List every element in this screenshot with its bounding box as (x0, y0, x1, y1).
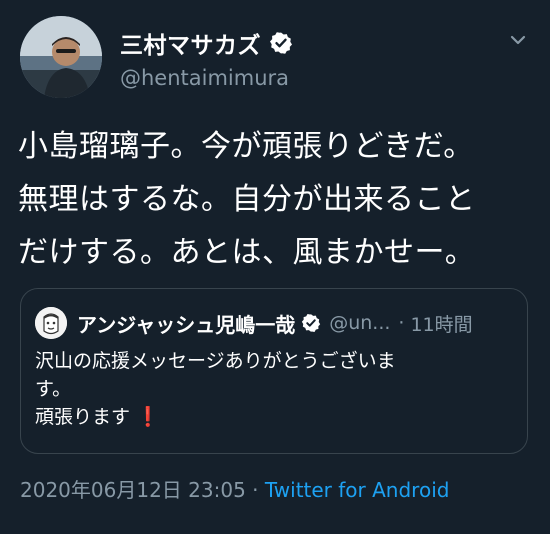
separator-dot: · (398, 312, 405, 334)
verified-badge-icon (269, 31, 293, 55)
tweet-text-line: だけする。あとは、風まかせー。 (18, 235, 476, 270)
quoted-text-line: 頑張ります ❗ (35, 403, 515, 431)
author-handle[interactable]: @hentaimimura (120, 66, 289, 90)
tweet-card: 三村マサカズ @hentaimimura 小島瑠璃子。今が頑張りどきだ。 無理は… (0, 0, 550, 534)
quoted-avatar-drawing-icon (35, 307, 67, 339)
author-avatar[interactable] (20, 16, 102, 98)
tweet-meta: 2020年06月12日 23:05 · Twitter for Android (20, 474, 449, 503)
chevron-down-icon[interactable] (508, 30, 528, 50)
quoted-text-last: 頑張ります (35, 406, 131, 428)
tweet-timestamp[interactable]: 2020年06月12日 23:05 (20, 478, 246, 502)
quoted-tweet-header: アンジャッシュ児嶋一哉 @un... · 11時間 (77, 307, 473, 339)
quoted-tweet-text: 沢山の応援メッセージありがとうございま す。 頑張ります ❗ (35, 347, 515, 431)
quoted-author-name[interactable]: アンジャッシュ児嶋一哉 (77, 309, 295, 338)
tweet-source-link[interactable]: Twitter for Android (265, 478, 450, 502)
author-name[interactable]: 三村マサカズ (120, 26, 261, 60)
exclamation-emoji-icon: ❗ (136, 406, 160, 428)
tweet-text-line: 無理はするな。自分が出来ること (18, 182, 476, 217)
quoted-author-avatar[interactable] (35, 307, 67, 339)
quoted-author-handle[interactable]: @un... (329, 312, 390, 334)
verified-badge-icon (301, 313, 321, 333)
separator-dot: · (252, 478, 259, 502)
avatar-photo-icon (20, 16, 102, 98)
author-name-row: 三村マサカズ (120, 26, 293, 60)
quoted-text-line: 沢山の応援メッセージありがとうございま (35, 350, 396, 372)
tweet-text-line: 小島瑠璃子。今が頑張りどきだ。 (18, 129, 474, 164)
quoted-text-line: す。 (35, 378, 72, 400)
quoted-tweet[interactable]: アンジャッシュ児嶋一哉 @un... · 11時間 沢山の応援メッセージありがと… (20, 288, 528, 454)
quoted-tweet-time[interactable]: 11時間 (410, 310, 472, 337)
tweet-text: 小島瑠璃子。今が頑張りどきだ。 無理はするな。自分が出来ること だけする。あとは… (18, 120, 533, 279)
